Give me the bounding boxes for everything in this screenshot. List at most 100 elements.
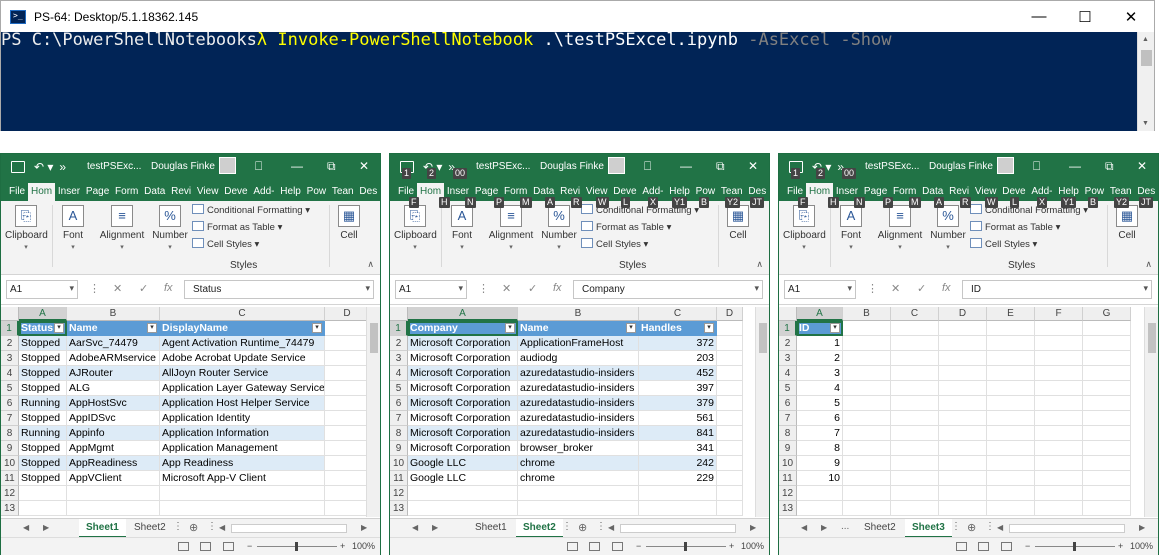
zoom-level[interactable]: 100% [352, 541, 375, 551]
cell[interactable] [1083, 381, 1131, 396]
close-icon[interactable]: ✕ [359, 159, 369, 173]
cell[interactable] [843, 501, 891, 516]
column-header[interactable]: A [19, 307, 67, 321]
scroll-right-icon[interactable]: ▶ [361, 523, 367, 532]
row-header[interactable]: 9 [1, 441, 19, 456]
row-header[interactable]: 6 [1, 396, 19, 411]
column-header[interactable]: D [939, 307, 987, 321]
cell[interactable] [987, 426, 1035, 441]
table-cell[interactable]: Microsoft Corporation [408, 366, 518, 381]
cell[interactable] [797, 501, 843, 516]
user-name[interactable]: Douglas Finke [151, 161, 215, 172]
cell[interactable] [325, 366, 370, 381]
page-layout-icon[interactable] [589, 542, 600, 551]
cell-styles-button[interactable]: Cell Styles ▾ [192, 236, 327, 253]
table-cell[interactable]: Stopped [19, 456, 67, 471]
cell-styles-button[interactable]: Cell Styles ▾ [581, 236, 716, 253]
cell[interactable] [939, 336, 987, 351]
cell[interactable] [1083, 441, 1131, 456]
clipboard-group[interactable]: ⎘ Clipboard ▾ [783, 203, 826, 252]
prev-sheet-icon[interactable]: ◀ [412, 523, 418, 532]
row-header[interactable]: 9 [779, 441, 797, 456]
font-group[interactable]: A Font ▾ [835, 203, 867, 252]
add-sheet-icon[interactable]: ⊕ [967, 521, 976, 534]
cell[interactable] [325, 336, 370, 351]
cell[interactable] [1083, 411, 1131, 426]
table-cell[interactable]: AppIDSvc [67, 411, 160, 426]
cell[interactable] [1035, 336, 1083, 351]
ribbon-tab[interactable]: Help [277, 186, 303, 201]
ribbon-tab[interactable]: Add- [250, 186, 277, 201]
collapse-ribbon-icon[interactable]: ∧ [1145, 259, 1152, 270]
cell[interactable] [408, 486, 518, 501]
ribbon-tab[interactable]: View [194, 186, 221, 201]
filter-dropdown-icon[interactable]: ▾ [147, 323, 157, 333]
minimize-icon[interactable]: — [291, 159, 303, 173]
collapse-ribbon-icon[interactable]: ∧ [756, 259, 763, 270]
ribbon-tab[interactable]: Inser [55, 186, 83, 201]
cell[interactable] [939, 381, 987, 396]
formula-input[interactable]: Company [573, 280, 763, 299]
row-header[interactable]: 13 [390, 501, 408, 516]
normal-view-icon[interactable] [956, 542, 967, 551]
table-cell[interactable]: Google LLC [408, 471, 518, 486]
table-header-cell[interactable]: Name ▾ [67, 321, 160, 336]
scroll-left-icon[interactable]: ◀ [219, 523, 225, 532]
zoom-thumb[interactable] [1073, 542, 1076, 551]
cell[interactable] [1035, 411, 1083, 426]
table-cell[interactable]: AppMgmt [67, 441, 160, 456]
horizontal-scrollbar[interactable] [1009, 524, 1125, 533]
row-header[interactable]: 7 [779, 411, 797, 426]
cell[interactable] [987, 486, 1035, 501]
sheet-tab[interactable]: Sheet3 [905, 519, 952, 538]
row-header[interactable]: 11 [779, 471, 797, 486]
cell[interactable] [1083, 501, 1131, 516]
ribbon-tab[interactable]: Data [141, 186, 168, 201]
cell[interactable] [160, 501, 325, 516]
table-cell[interactable]: 8 [797, 441, 843, 456]
cell[interactable] [639, 501, 717, 516]
table-cell[interactable]: AllJoyn Router Service [160, 366, 325, 381]
cell[interactable] [891, 381, 939, 396]
ribbon-display-icon[interactable]: ⎕ [1033, 159, 1040, 174]
avatar[interactable] [608, 157, 625, 174]
table-cell[interactable]: Stopped [19, 381, 67, 396]
column-header[interactable]: B [518, 307, 639, 321]
cell[interactable] [891, 351, 939, 366]
table-cell[interactable]: Application Layer Gateway Service [160, 381, 325, 396]
scroll-up-icon[interactable]: ▲ [1142, 36, 1149, 43]
sheet-tab[interactable]: Sheet1 [79, 519, 126, 538]
cell[interactable] [1035, 471, 1083, 486]
table-cell[interactable]: Stopped [19, 411, 67, 426]
cell[interactable] [891, 441, 939, 456]
table-cell[interactable]: 2 [797, 351, 843, 366]
row-header[interactable]: 6 [779, 396, 797, 411]
zoom-in-icon[interactable]: + [729, 541, 734, 551]
restore-icon[interactable]: ⧉ [716, 159, 725, 174]
row-header[interactable]: 12 [779, 486, 797, 501]
cell[interactable] [1035, 501, 1083, 516]
cell[interactable] [987, 441, 1035, 456]
table-cell[interactable]: AppVClient [67, 471, 160, 486]
page-break-icon[interactable] [612, 542, 623, 551]
table-cell[interactable]: 452 [639, 366, 717, 381]
clipboard-group[interactable]: ⎘ Clipboard ▾ [5, 203, 48, 252]
page-layout-icon[interactable] [978, 542, 989, 551]
cell[interactable] [891, 336, 939, 351]
table-cell[interactable]: 5 [797, 396, 843, 411]
cell[interactable] [325, 381, 370, 396]
horizontal-scrollbar[interactable] [620, 524, 736, 533]
cell[interactable] [891, 426, 939, 441]
number-group[interactable]: % Number ▾ [929, 203, 967, 252]
table-header-cell[interactable]: Company ▾ [408, 321, 518, 336]
column-header[interactable]: C [639, 307, 717, 321]
table-cell[interactable]: Application Information [160, 426, 325, 441]
ribbon-tab[interactable]: Pow [304, 186, 329, 201]
cell[interactable] [843, 426, 891, 441]
sheet-tab[interactable]: Sheet1 [468, 519, 514, 538]
zoom-level[interactable]: 100% [741, 541, 764, 551]
table-cell[interactable]: azuredatastudio-insiders [518, 366, 639, 381]
cell[interactable] [1083, 366, 1131, 381]
table-cell[interactable]: Microsoft Corporation [408, 381, 518, 396]
table-cell[interactable]: Application Identity [160, 411, 325, 426]
